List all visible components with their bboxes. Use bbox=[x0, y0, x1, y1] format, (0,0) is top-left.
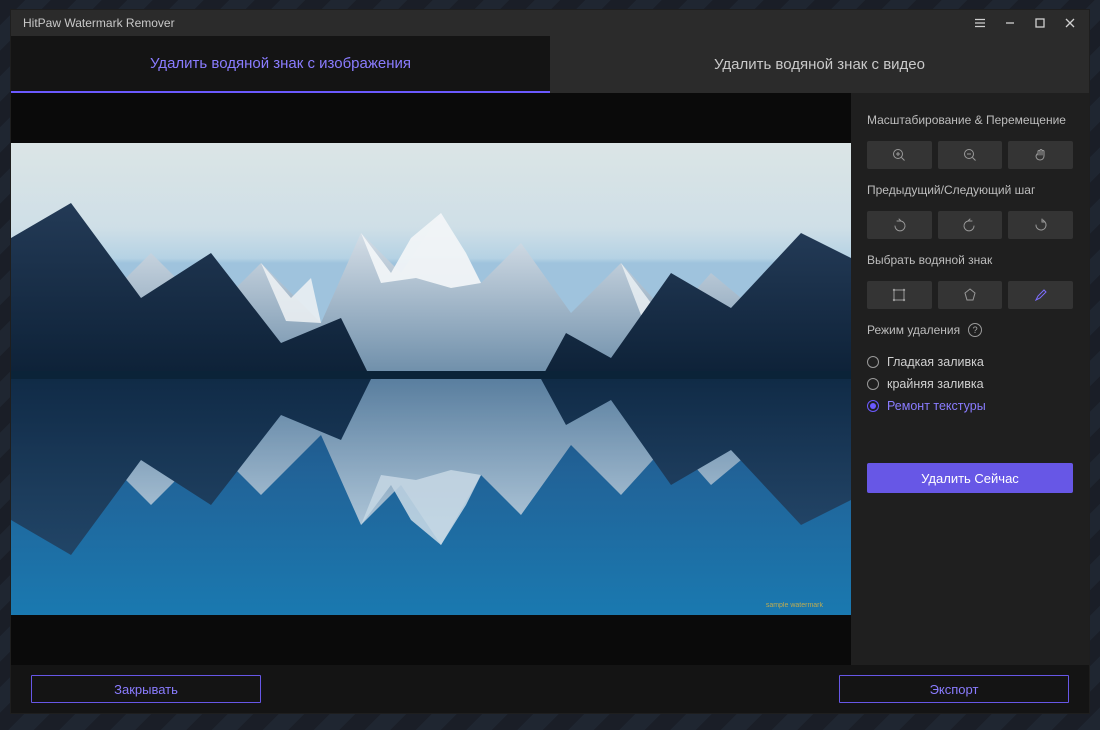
menu-icon[interactable] bbox=[965, 10, 995, 36]
titlebar: HitPaw Watermark Remover bbox=[11, 10, 1089, 36]
remove-now-button[interactable]: Удалить Сейчас bbox=[867, 463, 1073, 493]
tab-label: Удалить водяной знак с изображения bbox=[150, 55, 411, 72]
redo-icon[interactable] bbox=[938, 211, 1003, 239]
marquee-select-icon[interactable] bbox=[867, 281, 932, 309]
app-window: HitPaw Watermark Remover Удалить водяной… bbox=[10, 9, 1090, 714]
button-label: Закрывать bbox=[114, 682, 178, 697]
mode-label: Гладкая заливка bbox=[887, 355, 984, 369]
close-icon[interactable] bbox=[1055, 10, 1085, 36]
mode-label: Ремонт текстуры bbox=[887, 399, 986, 413]
mode-label: крайняя заливка bbox=[887, 377, 984, 391]
undo-redo-label: Предыдущий/Следующий шаг bbox=[867, 183, 1073, 197]
button-label: Экспорт bbox=[930, 682, 979, 697]
pan-hand-icon[interactable] bbox=[1008, 141, 1073, 169]
radio-icon bbox=[867, 356, 879, 368]
mode-texture-repair[interactable]: Ремонт текстуры bbox=[867, 395, 1073, 417]
zoom-out-icon[interactable] bbox=[938, 141, 1003, 169]
brush-select-icon[interactable] bbox=[1008, 281, 1073, 309]
image-preview[interactable]: sample watermark bbox=[11, 143, 851, 615]
select-watermark-label: Выбрать водяной знак bbox=[867, 253, 1073, 267]
minimize-icon[interactable] bbox=[995, 10, 1025, 36]
main-tabs: Удалить водяной знак с изображения Удали… bbox=[11, 36, 1089, 93]
radio-icon bbox=[867, 378, 879, 390]
help-icon[interactable]: ? bbox=[968, 323, 982, 337]
mode-edge-fill[interactable]: крайняя заливка bbox=[867, 373, 1073, 395]
footer: Закрывать Экспорт bbox=[11, 665, 1089, 713]
mode-smooth-fill[interactable]: Гладкая заливка bbox=[867, 351, 1073, 373]
button-label: Удалить Сейчас bbox=[921, 471, 1019, 486]
remove-mode-label: Режим удаления bbox=[867, 323, 960, 337]
right-sidebar: Масштабирование & Перемещение Предыдущий… bbox=[851, 93, 1089, 665]
canvas-area[interactable]: sample watermark bbox=[11, 93, 851, 665]
tab-remove-from-image[interactable]: Удалить водяной знак с изображения bbox=[11, 36, 550, 93]
close-button[interactable]: Закрывать bbox=[31, 675, 261, 703]
polygon-select-icon[interactable] bbox=[938, 281, 1003, 309]
tab-label: Удалить водяной знак с видео bbox=[714, 56, 925, 73]
tab-remove-from-video[interactable]: Удалить водяной знак с видео bbox=[550, 36, 1089, 93]
svg-text:sample watermark: sample watermark bbox=[766, 602, 824, 609]
app-title: HitPaw Watermark Remover bbox=[23, 16, 175, 30]
undo-icon[interactable] bbox=[867, 211, 932, 239]
reset-icon[interactable] bbox=[1008, 211, 1073, 239]
zoom-in-icon[interactable] bbox=[867, 141, 932, 169]
zoom-pan-label: Масштабирование & Перемещение bbox=[867, 113, 1073, 127]
maximize-icon[interactable] bbox=[1025, 10, 1055, 36]
radio-icon bbox=[867, 400, 879, 412]
export-button[interactable]: Экспорт bbox=[839, 675, 1069, 703]
